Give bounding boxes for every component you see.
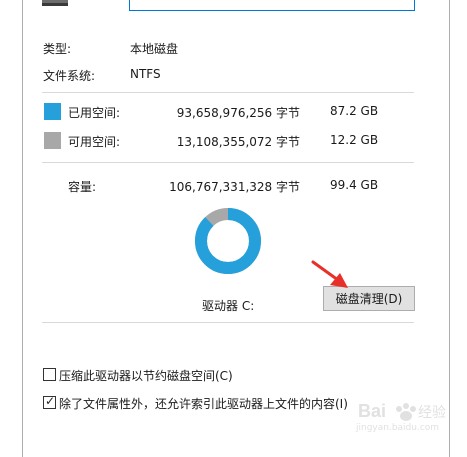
baidu-logo-icon: Bai 经验	[358, 401, 446, 421]
watermark-url: jingyan.baidu.com	[356, 423, 440, 433]
used-space-arc	[195, 208, 261, 274]
used-space-label: 已用空间:	[68, 106, 121, 120]
drive-icon	[42, 0, 68, 6]
dialog-left-border	[22, 0, 23, 457]
index-label: 除了文件属性外，还允许索引此驱动器上文件的内容(I)	[59, 397, 348, 411]
annotation-arrow-icon	[311, 260, 348, 288]
capacity-gb: 99.4 GB	[330, 178, 379, 192]
type-value: 本地磁盘	[130, 42, 179, 56]
free-space-gb: 12.2 GB	[330, 133, 379, 147]
watermark: Bai 经验 jingyan.baidu.com	[352, 396, 448, 436]
divider	[42, 162, 414, 163]
divider	[42, 92, 414, 93]
capacity-label: 容量:	[68, 180, 97, 194]
capacity-bytes: 106,767,331,328 字节	[169, 180, 300, 194]
free-space-label: 可用空间:	[68, 135, 121, 149]
compress-checkbox[interactable]	[43, 368, 56, 381]
divider	[42, 322, 414, 323]
svg-text:Bai: Bai	[358, 401, 386, 421]
checkmark-icon: ✓	[45, 394, 56, 408]
used-space-bytes: 93,658,976,256 字节	[176, 106, 300, 120]
drive-label: 驱动器 C:	[202, 299, 255, 313]
free-space-bytes: 13,108,355,072 字节	[176, 135, 300, 149]
used-space-gb: 87.2 GB	[330, 104, 379, 118]
filesystem-value: NTFS	[130, 67, 161, 81]
type-label: 类型:	[43, 42, 72, 56]
used-space-swatch	[44, 103, 61, 120]
index-checkbox[interactable]: ✓	[43, 394, 56, 409]
dialog-right-border	[449, 0, 450, 457]
drive-name-input[interactable]	[129, 0, 415, 11]
compress-label: 压缩此驱动器以节约磁盘空间(C)	[59, 369, 233, 383]
svg-text:经验: 经验	[418, 405, 446, 421]
free-space-swatch	[44, 132, 61, 149]
filesystem-label: 文件系统:	[43, 69, 96, 83]
usage-donut-chart	[195, 208, 261, 274]
